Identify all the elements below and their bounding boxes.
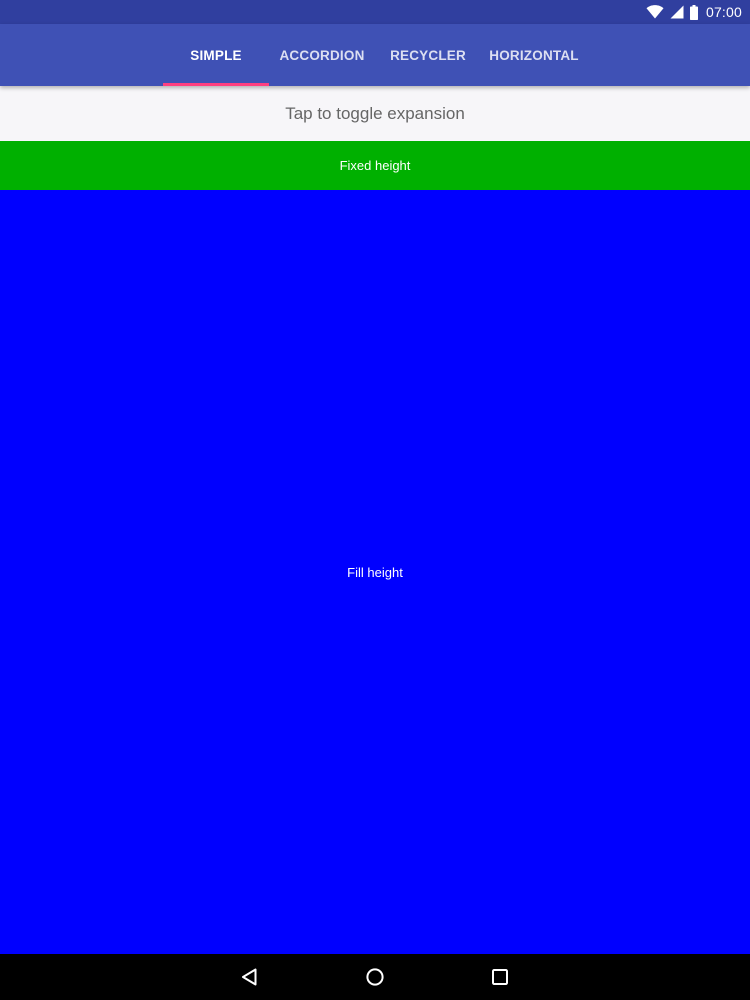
cellular-signal-icon xyxy=(670,5,684,19)
app-bar: SIMPLE ACCORDION RECYCLER HORIZONTAL xyxy=(0,24,750,86)
tab-simple[interactable]: SIMPLE xyxy=(163,24,269,86)
navigation-bar xyxy=(0,954,750,1000)
fixed-height-section: Fixed height xyxy=(0,141,750,190)
status-time: 07:00 xyxy=(705,4,742,20)
back-icon xyxy=(242,968,257,986)
fill-height-label: Fill height xyxy=(347,564,403,580)
app-screen: 07:00 SIMPLE ACCORDION RECYCLER HORIZONT… xyxy=(0,0,750,1000)
tab-bar: SIMPLE ACCORDION RECYCLER HORIZONTAL xyxy=(163,24,587,86)
recents-button[interactable] xyxy=(470,954,530,1000)
wifi-icon xyxy=(646,5,664,19)
tab-recycler[interactable]: RECYCLER xyxy=(375,24,481,86)
home-button[interactable] xyxy=(345,954,405,1000)
recents-icon xyxy=(492,969,508,985)
fill-height-section: Fill height xyxy=(0,190,750,954)
status-icons: 07:00 xyxy=(646,0,742,24)
status-bar: 07:00 xyxy=(0,0,750,24)
home-icon xyxy=(366,968,384,986)
toggle-expansion-button[interactable]: Tap to toggle expansion xyxy=(0,86,750,141)
fixed-height-label: Fixed height xyxy=(339,158,411,173)
tab-accordion[interactable]: ACCORDION xyxy=(269,24,375,86)
battery-icon xyxy=(689,4,698,20)
back-button[interactable] xyxy=(220,954,280,1000)
tab-horizontal[interactable]: HORIZONTAL xyxy=(481,24,587,86)
